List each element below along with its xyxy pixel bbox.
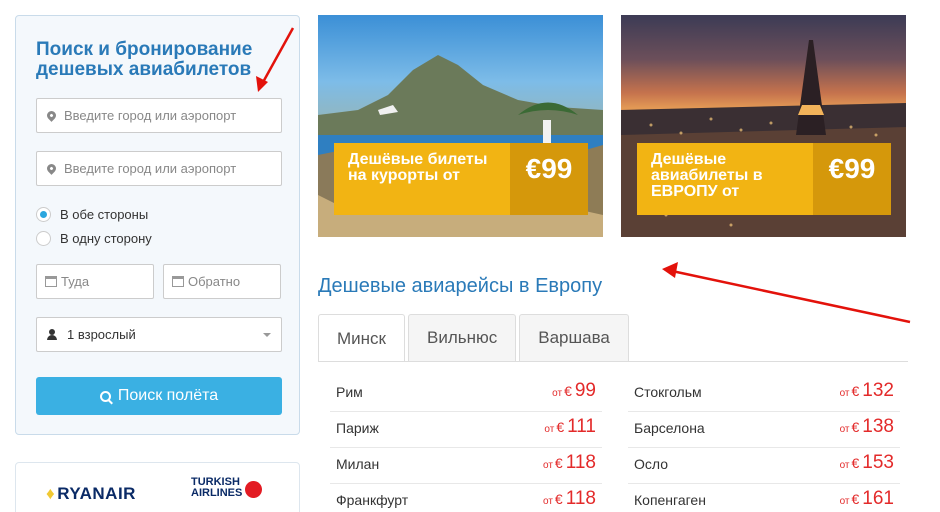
price-amount: 132 — [862, 380, 894, 401]
price-prefix: от — [839, 496, 850, 507]
calendar-icon — [172, 276, 184, 287]
list-item[interactable]: Копенгаген от €161 — [628, 484, 900, 512]
list-item[interactable]: Рим от €99 — [330, 376, 602, 412]
list-item[interactable]: Осло от €153 — [628, 448, 900, 484]
price-amount: 161 — [862, 488, 894, 509]
promo-banner-europe[interactable]: Дешёвые авиабилеты в ЕВРОПУ от €99 — [621, 15, 906, 237]
price-value: от €118 — [543, 488, 596, 510]
tab-vilnius[interactable]: Вильнюс — [407, 314, 517, 361]
radio-one-way-control[interactable] — [36, 231, 51, 246]
harp-icon: ♦ — [46, 484, 56, 503]
destination-placeholder: Введите город или аэропорт — [64, 161, 237, 176]
currency-symbol: € — [851, 383, 860, 399]
destination-city: Франкфурт — [336, 492, 409, 508]
price-prefix: от — [542, 460, 553, 471]
destination-city: Барселона — [634, 420, 705, 436]
flight-search-panel: Поиск и бронирование дешевых авиабилетов… — [15, 15, 300, 435]
map-marker-icon — [45, 162, 58, 175]
annotation-arrow-section — [662, 262, 911, 324]
radio-round-trip-label: В обе стороны — [60, 207, 149, 222]
price-amount: 118 — [565, 452, 596, 473]
destination-city: Париж — [336, 420, 379, 436]
price-prefix: от — [542, 496, 553, 507]
section-title: Дешевые авиарейсы в Европу — [318, 275, 603, 297]
search-title: Поиск и бронирование дешевых авиабилетов — [36, 39, 253, 80]
price-prefix: от — [544, 424, 555, 435]
promo-price: €99 — [813, 143, 891, 215]
price-value: от €138 — [840, 416, 894, 438]
destination-city: Милан — [336, 456, 380, 472]
price-amount: 118 — [565, 488, 596, 509]
currency-symbol: € — [556, 419, 565, 435]
destination-city: Рим — [336, 384, 363, 400]
user-icon — [47, 329, 57, 340]
price-value: от €111 — [544, 416, 596, 438]
search-icon — [99, 390, 111, 402]
promo-price: €99 — [510, 143, 588, 215]
radio-one-way-label: В одну сторону — [60, 231, 152, 246]
price-amount: 99 — [574, 380, 596, 401]
departure-date-placeholder: Туда — [61, 274, 90, 289]
price-prefix: от — [552, 388, 563, 399]
airline-logos: ♦ RYANAIR TURKISH AIRLINES — [15, 462, 300, 512]
price-amount: 111 — [567, 416, 596, 437]
list-item[interactable]: Милан от €118 — [330, 448, 602, 484]
radio-round-trip-control[interactable] — [36, 207, 51, 222]
promo-label: Дешёвые билеты на курорты от €99 — [334, 143, 588, 215]
turkish-airlines-emblem-icon — [245, 481, 262, 498]
currency-symbol: € — [851, 419, 860, 435]
departure-date-field[interactable]: Туда — [36, 264, 154, 299]
price-column-right: Стокгольм от €132 Барселона от €138 Осло о… — [628, 376, 900, 512]
return-date-placeholder: Обратно — [188, 274, 241, 289]
tab-warsaw[interactable]: Варшава — [519, 314, 629, 361]
origin-input[interactable]: Введите город или аэропорт — [36, 98, 282, 133]
list-item[interactable]: Стокгольм от €132 — [628, 376, 900, 412]
destination-city: Копенгаген — [634, 492, 706, 508]
price-value: от €161 — [840, 488, 894, 510]
list-item[interactable]: Франкфурт от €118 — [330, 484, 602, 512]
turkish-logo-line2: AIRLINES — [191, 487, 243, 499]
price-amount: 153 — [862, 452, 894, 473]
currency-symbol: € — [564, 383, 572, 399]
currency-symbol: € — [851, 455, 860, 471]
destination-input[interactable]: Введите город или аэропорт — [36, 151, 282, 186]
price-value: от €99 — [552, 380, 596, 402]
passengers-value: 1 взрослый — [67, 327, 136, 342]
search-flight-button[interactable]: Поиск полёта — [36, 377, 282, 415]
price-prefix: от — [839, 460, 850, 471]
price-prefix: от — [839, 424, 850, 435]
map-marker-icon — [45, 109, 58, 122]
calendar-icon — [45, 276, 57, 287]
promo-text: Дешёвые билеты на курорты от — [348, 151, 488, 184]
ryanair-logo: ♦ RYANAIR — [46, 484, 136, 504]
price-value: от €118 — [543, 452, 596, 474]
currency-symbol: € — [554, 455, 563, 471]
tabs-divider — [318, 361, 908, 362]
chevron-down-icon — [263, 333, 271, 337]
ryanair-logo-text: RYANAIR — [57, 484, 136, 503]
currency-symbol: € — [851, 491, 860, 507]
list-item[interactable]: Париж от €111 — [330, 412, 602, 448]
price-prefix: от — [839, 388, 850, 399]
origin-city-tabs: Минск Вильнюс Варшава — [318, 314, 632, 362]
radio-round-trip[interactable]: В обе стороны — [36, 207, 148, 222]
radio-one-way[interactable]: В одну сторону — [36, 231, 152, 246]
price-value: от €132 — [840, 380, 894, 402]
tab-minsk[interactable]: Минск — [318, 314, 405, 362]
destination-city: Стокгольм — [634, 384, 702, 400]
price-value: от €153 — [840, 452, 894, 474]
price-amount: 138 — [862, 416, 894, 437]
price-column-left: Рим от €99 Париж от €111 Милан от €118 Фран… — [330, 376, 602, 512]
promo-label: Дешёвые авиабилеты в ЕВРОПУ от €99 — [637, 143, 891, 215]
origin-placeholder: Введите город или аэропорт — [64, 108, 237, 123]
destination-city: Осло — [634, 456, 669, 472]
promo-banner-resorts[interactable]: Дешёвые билеты на курорты от €99 — [318, 15, 603, 237]
passengers-select[interactable]: 1 взрослый — [36, 317, 282, 352]
list-item[interactable]: Барселона от €138 — [628, 412, 900, 448]
currency-symbol: € — [554, 491, 563, 507]
return-date-field[interactable]: Обратно — [163, 264, 281, 299]
promo-text: Дешёвые авиабилеты в ЕВРОПУ от — [651, 151, 763, 200]
turkish-airlines-logo: TURKISH AIRLINES — [191, 477, 262, 499]
search-flight-button-label: Поиск полёта — [117, 387, 219, 404]
